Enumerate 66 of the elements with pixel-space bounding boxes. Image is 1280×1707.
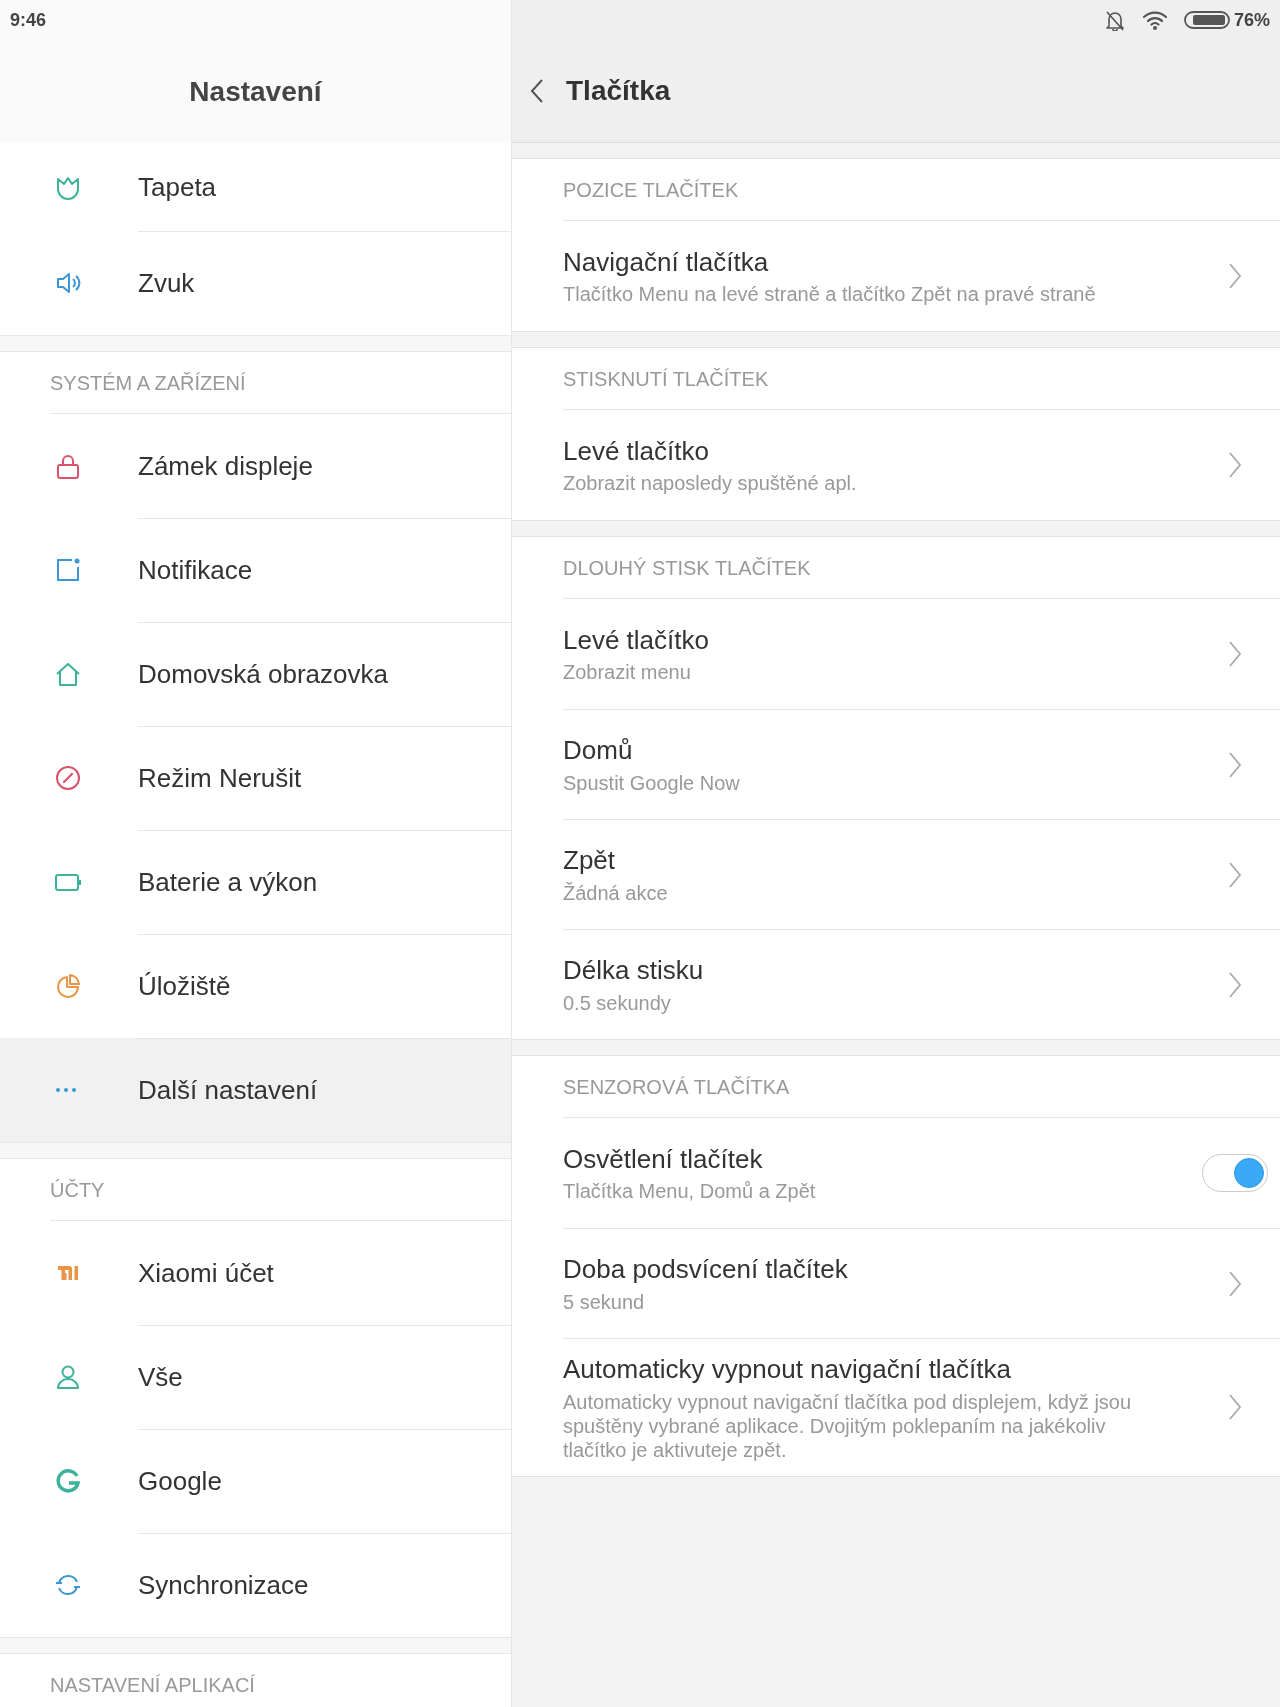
- page-title: Tlačítka: [566, 74, 671, 108]
- sidebar-item[interactable]: Zvuk: [0, 231, 511, 335]
- sidebar-item[interactable]: Režim Nerušit: [0, 726, 511, 830]
- chevron-icon: [1228, 750, 1242, 779]
- setting-title[interactable]: Automaticky vypnout navigační tlačítka: [563, 1353, 1150, 1386]
- setting-title[interactable]: Délka stisku: [563, 954, 1150, 987]
- section-header: SYSTÉM A ZAŘÍZENÍ: [50, 370, 246, 396]
- sidebar-title: Nastavení: [189, 74, 322, 109]
- chevron-icon: [1228, 640, 1242, 668]
- setting-title[interactable]: Zpět: [563, 844, 1150, 877]
- setting-title[interactable]: Navigační tlačítka: [563, 245, 1150, 279]
- setting-subtitle: 0.5 sekundy: [563, 990, 672, 1015]
- sidebar-item[interactable]: Tapeta: [0, 143, 511, 231]
- chevron-icon: [1228, 1393, 1242, 1422]
- section-header: ÚČTY: [50, 1177, 105, 1203]
- chevron-icon: [1228, 970, 1242, 999]
- section-header: STISKNUTÍ TLAČÍTEK: [563, 366, 769, 392]
- sidebar-item[interactable]: Notifikace: [0, 518, 511, 622]
- clock-time: 9:46: [10, 8, 47, 32]
- chevron-icon: [1228, 262, 1242, 290]
- more-icon: [55, 1087, 77, 1093]
- sidebar-item[interactable]: Další nastavení: [0, 1038, 511, 1142]
- sidebar-item[interactable]: Synchronizace: [0, 1533, 511, 1637]
- sidebar-item[interactable]: Vše: [0, 1325, 511, 1429]
- sidebar-item[interactable]: Domovská obrazovka: [0, 622, 511, 726]
- section-header: DLOUHÝ STISK TLAČÍTEK: [563, 555, 811, 581]
- setting-title[interactable]: Levé tlačítko: [563, 623, 1150, 657]
- section-header: POZICE TLAČÍTEK: [563, 177, 739, 203]
- back-button[interactable]: [530, 78, 544, 104]
- setting-title[interactable]: Doba podsvícení tlačítek: [563, 1253, 1150, 1286]
- pie-chart-icon: [55, 973, 81, 999]
- setting-title[interactable]: Domů: [563, 734, 1150, 767]
- house-icon: [55, 661, 81, 687]
- lock-icon: [55, 453, 81, 479]
- battery-icon: [1183, 10, 1230, 30]
- setting-subtitle: Spustit Google Now: [563, 770, 741, 795]
- person-icon: [55, 1364, 81, 1390]
- do-not-disturb-icon: [55, 765, 81, 791]
- chevron-icon: [1228, 451, 1242, 479]
- setting-subtitle: 5 sekund: [563, 1289, 646, 1314]
- setting-subtitle: Tlačítka Menu, Domů a Zpět: [563, 1179, 817, 1204]
- sidebar-item[interactable]: Zámek displeje: [0, 414, 511, 518]
- bell-off-icon: [1103, 9, 1126, 31]
- back-icon: [530, 78, 544, 104]
- setting-subtitle: Tlačítko Menu na levé straně a tlačítko Zpět na pravé straně: [563, 282, 1097, 307]
- sidebar-item[interactable]: Xiaomi účet: [0, 1221, 511, 1325]
- sidebar-item[interactable]: Google: [0, 1429, 511, 1533]
- speaker-icon: [55, 270, 81, 296]
- sidebar-item[interactable]: Baterie a výkon: [0, 830, 511, 934]
- section-header: SENZOROVÁ TLAČÍTKA: [563, 1074, 790, 1100]
- setting-title[interactable]: Osvětlení tlačítek: [563, 1142, 1150, 1176]
- setting-subtitle: Automaticky vypnout navigační tlačítka pod displejem, když jsou spuštěny vybrané aplikace. Dvojitým poklepaním na jakékoliv tlačítko je aktivuteje zpět.: [563, 1389, 1133, 1462]
- logo-icon: [55, 1468, 81, 1494]
- setting-subtitle: Zobrazit naposledy spuštěné apl.: [563, 471, 858, 496]
- tulip-icon: [55, 174, 81, 200]
- wifi-icon: [1141, 9, 1168, 31]
- sync-icon: [55, 1572, 81, 1598]
- toggle-switch[interactable]: [1202, 1154, 1268, 1192]
- setting-title[interactable]: Levé tlačítko: [563, 434, 1150, 468]
- section-header: NASTAVENÍ APLIKACÍ: [50, 1672, 255, 1698]
- notification-icon: [55, 557, 81, 583]
- setting-subtitle: Žádná akce: [563, 880, 669, 905]
- battery-percent: 76%: [1233, 8, 1270, 32]
- chevron-icon: [1228, 1269, 1242, 1298]
- chevron-icon: [1228, 860, 1242, 889]
- setting-subtitle: Zobrazit menu: [563, 660, 692, 685]
